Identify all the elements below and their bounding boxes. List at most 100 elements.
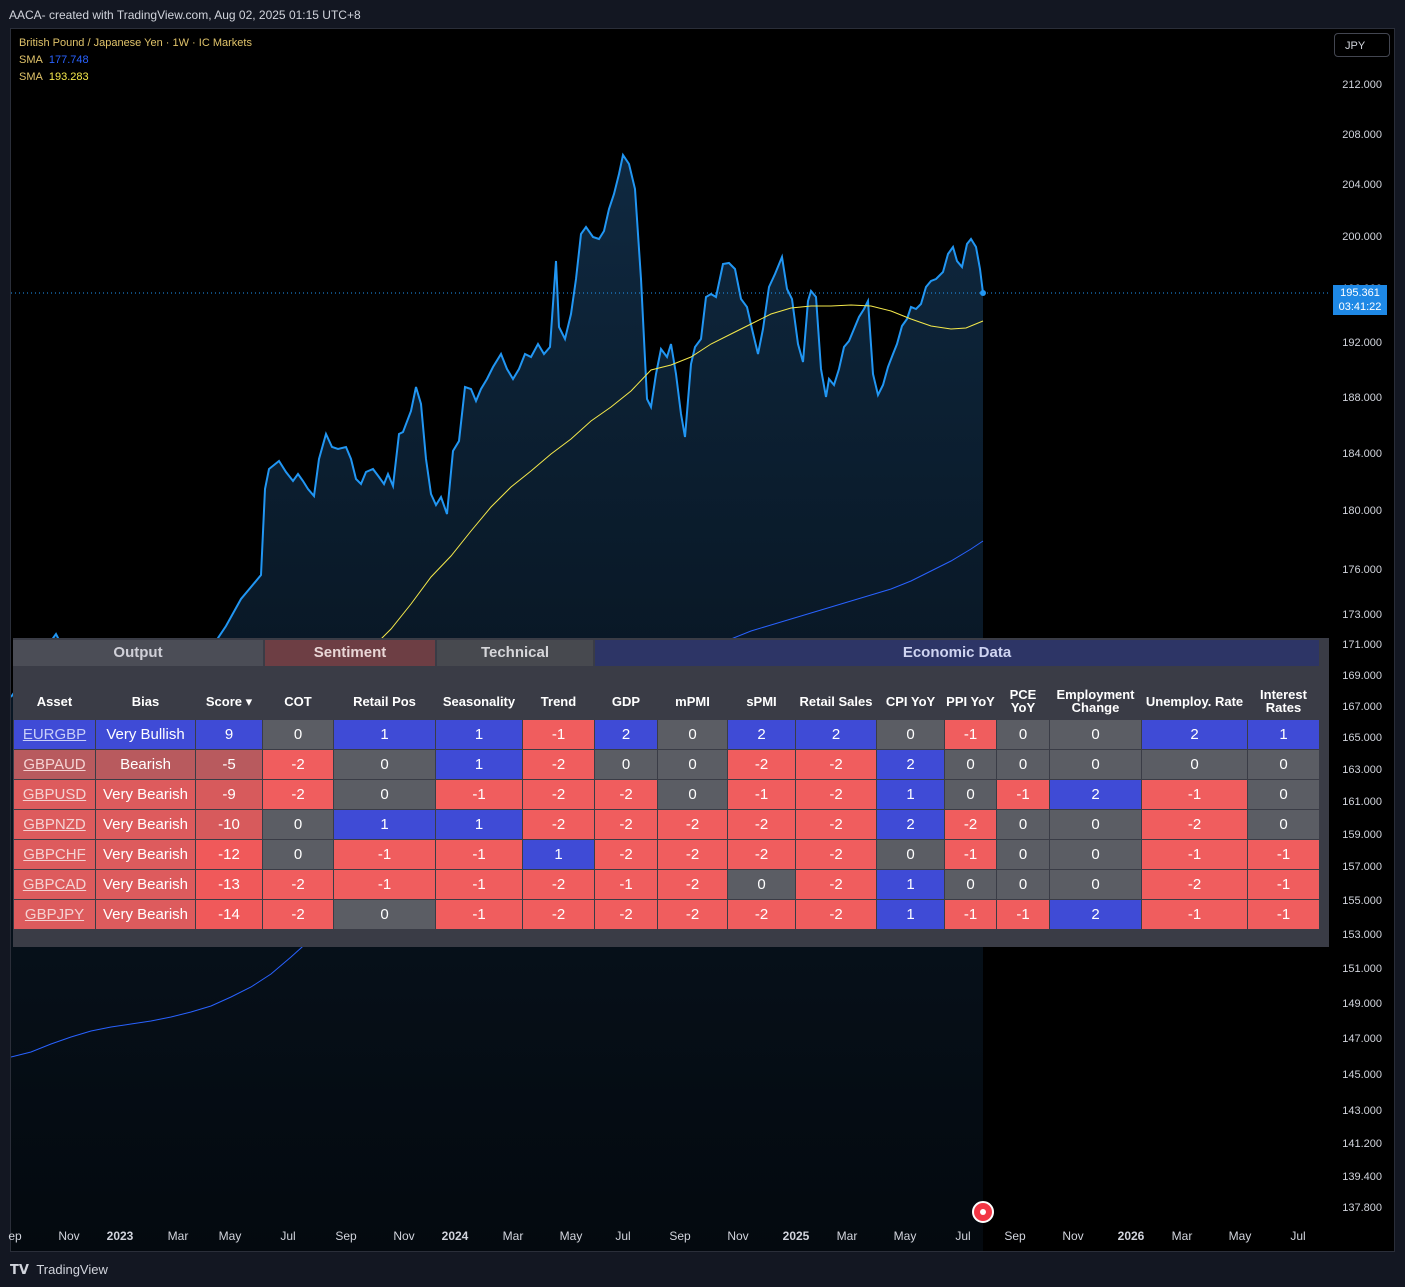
tab-economic-data[interactable]: Economic Data <box>595 640 1319 666</box>
factor-cell: 1 <box>876 869 945 900</box>
table-row: GBPUSD Very Bearish -9 -2 0 -1 -2 -2 0 -1 -2 1 0 -1 2-… <box>13 779 1320 810</box>
asset-link[interactable]: GBPAUD <box>13 749 96 780</box>
score-cell: -13 <box>195 869 263 900</box>
sma2-legend[interactable]: SMA 193.283 <box>19 69 252 86</box>
time-tick-label: Nov <box>1062 1229 1084 1243</box>
factor-cell: 2 <box>594 719 658 750</box>
tab-sentiment[interactable]: Sentiment <box>265 640 435 666</box>
currency-button[interactable]: JPY <box>1334 33 1390 57</box>
column-header: Asset <box>13 683 96 720</box>
factor-cell: -2 <box>262 869 334 900</box>
factor-cell: -2 <box>594 779 658 810</box>
factor-cell: -1 <box>594 869 658 900</box>
factor-cell: -2 <box>727 749 796 780</box>
asset-link[interactable]: GBPUSD <box>13 779 96 810</box>
factor-cell: -2 <box>657 839 728 870</box>
factor-cell: 0 <box>944 869 997 900</box>
time-tick-label: 2023 <box>106 1229 134 1243</box>
column-header: Unemploy. Rate <box>1141 683 1248 720</box>
price-tick-label: 192.000 <box>1342 337 1382 349</box>
bias-cell: Very Bearish <box>95 899 196 930</box>
asset-link[interactable]: EURGBP <box>13 719 96 750</box>
price-tick-label: 208.000 <box>1342 129 1382 141</box>
factor-cell: 2 <box>727 719 796 750</box>
time-tick-label: May <box>893 1229 917 1243</box>
factor-cell: -2 <box>795 869 877 900</box>
time-tick-label: May <box>559 1229 583 1243</box>
price-tick-label: 145.000 <box>1342 1069 1382 1081</box>
factor-cell: 0 <box>1049 809 1142 840</box>
factor-cell: 0 <box>944 749 997 780</box>
factor-cell: -1 <box>1247 899 1320 930</box>
snapshot-title: AACA- created with TradingView.com, Aug … <box>9 8 361 22</box>
column-header: mPMI <box>657 683 728 720</box>
factor-cell: 0 <box>944 779 997 810</box>
price-tick-label: 151.000 <box>1342 963 1382 975</box>
factor-cell: 2 <box>1141 719 1248 750</box>
factor-cell: -2 <box>657 899 728 930</box>
bias-cell: Very Bearish <box>95 839 196 870</box>
top-bar: AACA- created with TradingView.com, Aug … <box>0 0 1405 28</box>
time-tick-label: Jul <box>615 1229 631 1243</box>
factor-cell: 0 <box>1247 809 1320 840</box>
asset-link[interactable]: GBPNZD <box>13 809 96 840</box>
factor-cell: -2 <box>1141 809 1248 840</box>
table-row: GBPJPY Very Bearish -14 -2 0 -1 -2 -2 -2 -2 -2 1 -1-… <box>13 899 1320 930</box>
factor-cell: 2 <box>795 719 877 750</box>
price-tick-label: 200.000 <box>1342 231 1382 243</box>
factor-cell: -2 <box>795 749 877 780</box>
factor-cell: 1 <box>522 839 595 870</box>
asset-link[interactable]: GBPJPY <box>13 899 96 930</box>
tab-technical[interactable]: Technical <box>437 640 593 666</box>
factor-cell: -1 <box>435 899 523 930</box>
factor-cell: -2 <box>727 899 796 930</box>
factor-cell: -2 <box>944 809 997 840</box>
price-tick-label: 204.000 <box>1342 179 1382 191</box>
factor-cell: -2 <box>594 809 658 840</box>
event-marker-icon[interactable] <box>972 1201 994 1223</box>
score-cell: -14 <box>195 899 263 930</box>
tradingview-logo-icon: 𝗧𝗩 <box>10 1262 29 1277</box>
column-header[interactable]: Score ▾ <box>195 683 263 720</box>
time-tick-label: Nov <box>393 1229 415 1243</box>
factor-cell: -1 <box>435 839 523 870</box>
factor-cell: -2 <box>522 899 595 930</box>
factor-cell: -2 <box>727 839 796 870</box>
factor-cell: -2 <box>594 839 658 870</box>
time-tick-label: Jul <box>1290 1229 1306 1243</box>
factor-cell: 0 <box>996 809 1050 840</box>
factor-cell: 0 <box>996 839 1050 870</box>
bias-cell: Very Bearish <box>95 869 196 900</box>
factor-cell: -1 <box>727 779 796 810</box>
factor-cell: 0 <box>1141 749 1248 780</box>
symbol-title[interactable]: British Pound / Japanese Yen · 1W · IC M… <box>19 35 252 52</box>
column-header: PPI YoY <box>944 683 997 720</box>
factor-cell: 2 <box>1049 779 1142 810</box>
last-price-value: 195.361 <box>1340 287 1380 299</box>
sma1-legend[interactable]: SMA 177.748 <box>19 52 252 69</box>
factor-cell: 0 <box>262 839 334 870</box>
table-header-row: Asset Bias Score ▾ COT Retail Pos Seasonality… <box>13 683 1320 720</box>
factor-cell: -2 <box>522 779 595 810</box>
factor-cell: 1 <box>1247 719 1320 750</box>
factor-cell: -1 <box>1247 839 1320 870</box>
price-tick-label: 147.000 <box>1342 1033 1382 1045</box>
factor-cell: 2 <box>1049 899 1142 930</box>
column-header: Seasonality <box>435 683 523 720</box>
tab-output[interactable]: Output <box>13 640 263 666</box>
factor-cell: 0 <box>657 719 728 750</box>
score-cell: 9 <box>195 719 263 750</box>
bias-cell: Bearish <box>95 749 196 780</box>
asset-link[interactable]: GBPCHF <box>13 839 96 870</box>
factor-cell: -2 <box>262 779 334 810</box>
asset-link[interactable]: GBPCAD <box>13 869 96 900</box>
factor-cell: 2 <box>876 809 945 840</box>
column-header: Trend <box>522 683 595 720</box>
last-price-tag: 195.361 03:41:22 <box>1333 285 1387 315</box>
column-header: Retail Pos <box>333 683 436 720</box>
factor-cell: 1 <box>333 809 436 840</box>
price-tick-label: 143.000 <box>1342 1105 1382 1117</box>
factor-cell: 0 <box>996 869 1050 900</box>
factor-cell: -2 <box>795 899 877 930</box>
factor-cell: 0 <box>996 719 1050 750</box>
